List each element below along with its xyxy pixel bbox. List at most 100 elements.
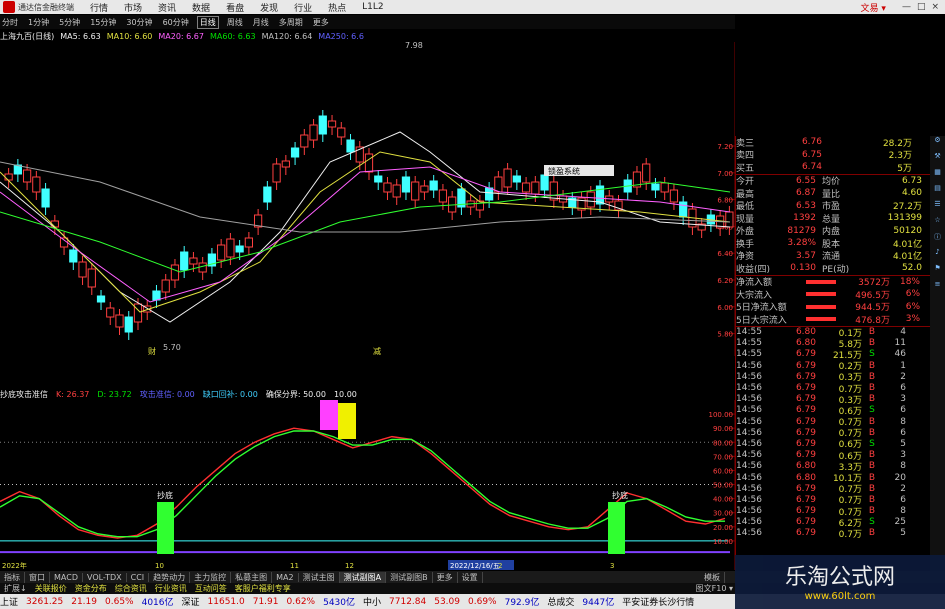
trade-time: 14:56 (736, 461, 762, 472)
trade-time: 14:56 (736, 427, 762, 438)
price-tick: 6.00 (717, 304, 733, 312)
trade-count: 6 (900, 405, 906, 416)
menu-item[interactable]: 行业 (294, 1, 312, 14)
indicator-tick: 100.00 (709, 411, 734, 419)
period-tab[interactable]: 5分钟 (57, 17, 82, 28)
trade-time: 14:56 (736, 405, 762, 416)
indicator-tab[interactable]: 测试副图B (386, 571, 433, 583)
trade-time: 14:55 (736, 349, 762, 360)
menu-item[interactable]: 资讯 (158, 1, 176, 14)
info-tab[interactable]: 客服户福利专享 (231, 583, 295, 594)
info-tab[interactable]: 互动问答 (191, 583, 231, 594)
trade-side: B (868, 427, 876, 438)
info-tab[interactable]: 行业资讯 (151, 583, 191, 594)
info-tab[interactable]: 扩展↓ (0, 583, 31, 594)
indicator-tab[interactable]: 主力监控 (190, 571, 232, 583)
indicator-tab[interactable]: 测试主图 (299, 571, 340, 583)
index-value: 0.65% (105, 596, 134, 607)
brand-label[interactable]: 文易 ▾ (861, 1, 886, 14)
app-logo-icon (3, 1, 15, 13)
index-value: 792.9亿 (504, 598, 540, 608)
period-tab[interactable]: 周线 (225, 17, 245, 28)
list-icon[interactable]: ☰ (930, 200, 945, 214)
candlestick-chart[interactable]: 7.207.006.806.606.406.206.005.80 7.98 5.… (0, 42, 735, 356)
close-icon[interactable]: × (931, 2, 939, 12)
grid-icon[interactable]: ▦ (930, 168, 945, 182)
menu-item[interactable]: 数据 (192, 1, 210, 14)
indicator-tab[interactable]: 指标 (0, 571, 25, 583)
minimize-icon[interactable]: — (902, 2, 911, 12)
period-tab[interactable]: 多周期 (277, 17, 305, 28)
indicator-tab[interactable]: CCI (127, 572, 150, 582)
f10-button[interactable]: 图文F10 ▾ (696, 583, 733, 594)
template-button[interactable]: 模板 (700, 571, 725, 583)
maximize-icon[interactable]: □ (917, 2, 926, 12)
period-tab[interactable]: 15分钟 (88, 17, 118, 28)
candle-body (244, 237, 253, 248)
trade-side: B (868, 528, 876, 539)
price-tick: 6.80 (717, 197, 733, 205)
window-controls: — □ × (902, 2, 945, 12)
period-tab[interactable]: 30分钟 (124, 17, 154, 28)
info-tab[interactable]: 综合资讯 (111, 583, 151, 594)
flag-icon[interactable]: ⚑ (930, 264, 945, 278)
star-icon[interactable]: ☆ (930, 216, 945, 230)
candle-body (106, 307, 115, 318)
indicator-tab[interactable]: MA2 (272, 572, 299, 582)
candle-body (642, 163, 651, 183)
indicator-tab[interactable]: 趋势动力 (149, 571, 191, 583)
period-tab-daily[interactable]: 日线 (196, 15, 219, 29)
price-tick: 6.20 (717, 277, 733, 285)
bell-icon[interactable]: ♪ (930, 248, 945, 262)
attack-bar-yellow (338, 403, 356, 439)
period-tab[interactable]: 更多 (311, 17, 331, 28)
ob-label: 买五 (736, 163, 755, 174)
indicator-chart[interactable]: 100.00 90.00 80.00 70.00 60.00 50.00 40.00 30.0… (0, 400, 735, 570)
indicator-tab[interactable]: 测试副图A (339, 571, 387, 583)
period-tab[interactable]: 分时 (0, 17, 20, 28)
indicator-tab[interactable]: 私募主图 (231, 571, 273, 583)
candle-body (318, 115, 327, 135)
menu-item[interactable]: 行情 (90, 1, 108, 14)
menu-item[interactable]: 发现 (260, 1, 278, 14)
menu-item[interactable]: L1L2 (362, 2, 383, 12)
candle-body (300, 134, 309, 148)
info-tab[interactable]: 资金分布 (71, 583, 111, 594)
indicator-tick: 50.00 (713, 482, 733, 490)
indicator-tab[interactable]: MACD (50, 572, 83, 582)
indicator-tab[interactable]: VOL-TDX (83, 572, 127, 582)
trade-price: 6.79 (795, 450, 816, 461)
quote-panel: 卖三 6.76 28.2万 卖四 6.75 2.3万 买五 6.74 5万 今开 6.55 均价 6.… (735, 136, 945, 576)
trade-price: 6.79 (795, 506, 816, 517)
indicator-tab[interactable]: 更多 (433, 571, 458, 583)
menu-item[interactable]: 市场 (124, 1, 142, 14)
candle-body (383, 182, 392, 193)
period-tab[interactable]: 1分钟 (26, 17, 51, 28)
trade-price: 6.79 (795, 383, 816, 394)
trade-side: B (868, 394, 876, 405)
period-tab[interactable]: 月线 (251, 17, 271, 28)
trade-side: B (868, 416, 876, 427)
tools-icon[interactable]: ⚒ (930, 152, 945, 166)
menu-item[interactable]: 看盘 (226, 1, 244, 14)
trade-price: 6.79 (795, 349, 816, 360)
period-tab[interactable]: 60分钟 (161, 17, 191, 28)
buy-signal-bar (157, 502, 174, 554)
trade-count: 2 (900, 371, 906, 382)
candle-body (660, 182, 669, 193)
stat-label: 总量 (822, 214, 841, 225)
ob-price: 6.76 (801, 137, 822, 148)
info-tab[interactable]: 关联报价 (31, 583, 71, 594)
date-label: 2022年 (2, 561, 27, 570)
info-icon[interactable]: ⓘ (930, 232, 945, 246)
indicator-tab[interactable]: 设置 (458, 571, 483, 583)
index-value: 4016亿 (141, 598, 174, 608)
marker-a: 财 (148, 346, 156, 356)
indicator-tab[interactable]: 窗口 (25, 571, 50, 583)
layers-icon[interactable]: ≡ (930, 280, 945, 294)
settings-icon[interactable]: ⚙ (930, 136, 945, 150)
flow-row: 净流入额 3572万 18% (736, 276, 945, 289)
trade-side: S (869, 349, 875, 360)
chart-icon[interactable]: ▤ (930, 184, 945, 198)
menu-item[interactable]: 热点 (328, 1, 346, 14)
